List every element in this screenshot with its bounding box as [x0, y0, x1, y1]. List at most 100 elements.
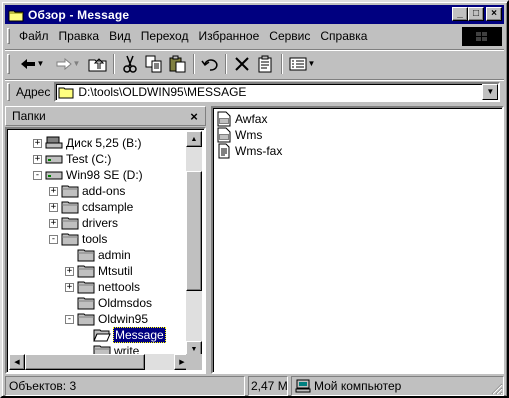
address-field[interactable]: D:\tools\OLDWIN95\MESSAGE ▼	[54, 81, 501, 102]
tree-item[interactable]: + Диск 5,25 (B:)	[33, 135, 142, 151]
resize-grip-icon[interactable]	[489, 381, 503, 395]
scroll-up-icon[interactable]: ▲	[186, 131, 202, 147]
tree-item-label[interactable]: Message	[113, 327, 166, 343]
explorer-icon	[8, 7, 24, 23]
paste-button[interactable]	[166, 53, 190, 75]
folder-tree[interactable]: + Диск 5,25 (B:) + Test (C:) - Win98 SE (D:) +…	[5, 127, 206, 374]
tree-item[interactable]: admin	[65, 247, 132, 263]
address-dropdown-button[interactable]: ▼	[482, 83, 499, 100]
menu-item-6[interactable]: Справка	[315, 29, 372, 43]
file-name[interactable]: Wms-fax	[234, 144, 283, 158]
tree-item-label[interactable]: add-ons	[81, 184, 126, 198]
minimize-icon: _	[457, 8, 463, 19]
tree-item-label[interactable]: nettools	[97, 280, 141, 294]
tree-item-label[interactable]: Test (C:)	[65, 152, 112, 166]
tree-item[interactable]: Message	[81, 327, 166, 343]
tree-item-label[interactable]: Диск 5,25 (B:)	[65, 136, 142, 150]
cut-button[interactable]	[118, 53, 142, 75]
tree-item[interactable]: + cdsample	[49, 199, 134, 215]
file-name[interactable]: Awfax	[234, 112, 268, 126]
minimize-button[interactable]: _	[452, 7, 468, 21]
tree-item[interactable]: + Mtsutil	[65, 263, 134, 279]
up-button[interactable]	[86, 53, 110, 75]
up-folder-icon	[88, 57, 107, 71]
back-icon	[20, 58, 35, 69]
menu-bar: Файл Правка Вид Переход Избранное Сервис Справ…	[5, 26, 504, 46]
menu-item-4[interactable]: Избранное	[193, 29, 264, 43]
menu-item-0[interactable]: Файл	[14, 29, 54, 43]
expand-icon[interactable]: +	[33, 154, 42, 164]
tree-item-label[interactable]: Oldmsdos	[97, 296, 153, 310]
tree-item[interactable]: + Test (C:)	[33, 151, 112, 167]
delete-button[interactable]	[230, 53, 254, 75]
address-value[interactable]: D:\tools\OLDWIN95\MESSAGE	[78, 85, 246, 99]
tree-item-label[interactable]: Win98 SE (D:)	[65, 168, 144, 182]
status-location-label: Мой компьютер	[314, 379, 402, 393]
tree-item-label[interactable]: tools	[81, 232, 108, 246]
file-name[interactable]: Wms	[234, 128, 263, 142]
folder-icon	[61, 216, 79, 230]
menu-item-3[interactable]: Переход	[136, 29, 194, 43]
tree-vertical-scrollbar[interactable]: ▲ ▼	[186, 131, 202, 357]
expand-icon[interactable]: +	[65, 266, 74, 276]
maximize-button[interactable]: □	[468, 7, 484, 21]
file-item[interactable]: Awfax	[216, 111, 268, 127]
collapse-icon[interactable]: -	[49, 234, 58, 244]
close-button[interactable]: ×	[486, 7, 502, 21]
views-button[interactable]: ▼	[286, 53, 318, 75]
file-list[interactable]: Awfax Wms Wms-fax	[211, 106, 504, 374]
status-bar: Объектов: 3 2,47 МБ Мой компьютер	[5, 376, 504, 396]
copy-button[interactable]	[142, 53, 166, 75]
folder-icon	[77, 312, 95, 326]
folder-icon	[77, 296, 95, 310]
tree-item-label[interactable]: cdsample	[81, 200, 134, 214]
tree-item-label[interactable]: Oldwin95	[97, 312, 149, 326]
scroll-left-icon[interactable]: ◀	[9, 354, 25, 370]
cut-icon	[123, 55, 137, 73]
forward-button[interactable]: ▼	[50, 53, 86, 75]
tree-item[interactable]: + nettools	[65, 279, 141, 295]
tree-item-label[interactable]: drivers	[81, 216, 119, 230]
tree-item-label[interactable]: Mtsutil	[97, 264, 134, 278]
menu-grip[interactable]	[7, 28, 10, 44]
status-object-count: Объектов: 3	[5, 376, 245, 396]
forward-icon	[56, 57, 72, 70]
tree-item-label[interactable]: admin	[97, 248, 132, 262]
menu-item-1[interactable]: Правка	[54, 29, 105, 43]
explorer-window: Обзор - Message _ □ × Файл Правка Вид Перех…	[0, 0, 509, 398]
tree-item[interactable]: + add-ons	[49, 183, 126, 199]
file-item[interactable]: Wms-fax	[216, 143, 283, 159]
expand-icon[interactable]: +	[33, 138, 42, 148]
tree-item[interactable]: - tools	[49, 231, 108, 247]
tree-item[interactable]: Oldmsdos	[65, 295, 153, 311]
menu-item-2[interactable]: Вид	[104, 29, 136, 43]
tree-vertical-thumb[interactable]	[186, 171, 202, 291]
collapse-icon[interactable]: -	[33, 170, 42, 180]
floppy-drive-icon	[45, 136, 63, 150]
tree-item[interactable]: - Oldwin95	[65, 311, 149, 327]
copy-icon	[145, 55, 162, 72]
toolbar-grip[interactable]	[7, 53, 10, 74]
close-folders-pane-icon[interactable]: ×	[187, 109, 201, 124]
paste-icon	[169, 55, 186, 72]
expand-icon[interactable]: +	[49, 186, 58, 196]
inf-file-icon	[216, 111, 232, 127]
title-bar[interactable]: Обзор - Message _ □ ×	[5, 5, 504, 24]
folders-header: Папки ×	[5, 106, 206, 126]
tree-horizontal-scrollbar[interactable]: ◀ ▶	[9, 354, 190, 370]
tree-horizontal-thumb[interactable]	[25, 354, 145, 370]
back-button[interactable]: ▼	[14, 53, 50, 75]
expand-icon[interactable]: +	[49, 218, 58, 228]
expand-icon[interactable]: +	[49, 202, 58, 212]
tree-item[interactable]: - Win98 SE (D:)	[33, 167, 144, 183]
undo-button[interactable]	[198, 53, 222, 75]
my-computer-icon	[295, 379, 311, 393]
collapse-icon[interactable]: -	[65, 314, 74, 324]
address-grip[interactable]	[7, 82, 10, 101]
address-bar: Адрес D:\tools\OLDWIN95\MESSAGE ▼	[5, 79, 504, 103]
properties-button[interactable]	[254, 53, 278, 75]
file-item[interactable]: Wms	[216, 127, 263, 143]
expand-icon[interactable]: +	[65, 282, 74, 292]
menu-item-5[interactable]: Сервис	[264, 29, 315, 43]
tree-item[interactable]: + drivers	[49, 215, 119, 231]
